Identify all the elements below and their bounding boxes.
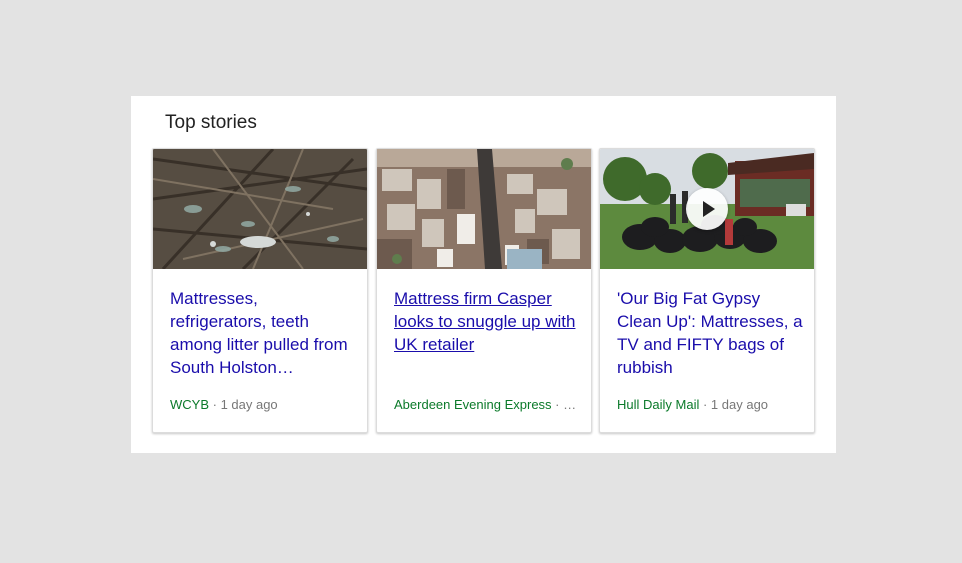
story-card[interactable]: Mattress firm Casper looks to snuggle up…	[376, 148, 592, 433]
story-meta: Hull Daily Mail · 1 day ago	[617, 397, 807, 412]
top-stories-heading: Top stories	[165, 112, 257, 133]
story-source: Aberdeen Evening Express	[394, 397, 552, 412]
story-age: 1 day ago	[710, 397, 769, 412]
story-source: Hull Daily Mail	[617, 397, 700, 412]
meta-separator: ·	[699, 397, 711, 412]
story-meta: WCYB · 1 day ago	[170, 397, 360, 412]
story-card[interactable]: 'Our Big Fat Gypsy Clean Up': Mattresses…	[599, 148, 815, 433]
story-headline-link[interactable]: Mattresses, refrigerators, teeth among l…	[170, 287, 358, 379]
meta-separator: ·	[551, 397, 564, 412]
meta-separator: ·	[209, 397, 221, 412]
story-source: WCYB	[170, 397, 209, 412]
story-headline-link[interactable]: 'Our Big Fat Gypsy Clean Up': Mattresses…	[617, 287, 805, 379]
story-age: 1 day ago	[220, 397, 278, 412]
story-age: …	[563, 397, 577, 412]
story-headline-link[interactable]: Mattress firm Casper looks to snuggle up…	[394, 287, 582, 356]
play-icon[interactable]	[686, 188, 728, 230]
rubbish-bags-thumbnail[interactable]	[600, 149, 814, 269]
aerial-city-thumbnail[interactable]	[377, 149, 591, 269]
river-litter-thumbnail[interactable]	[153, 149, 367, 269]
top-stories-panel: Top stories Mattresses, refrigerators, t…	[131, 96, 836, 453]
story-meta: Aberdeen Evening Express · …	[394, 397, 584, 412]
story-card[interactable]: Mattresses, refrigerators, teeth among l…	[152, 148, 368, 433]
